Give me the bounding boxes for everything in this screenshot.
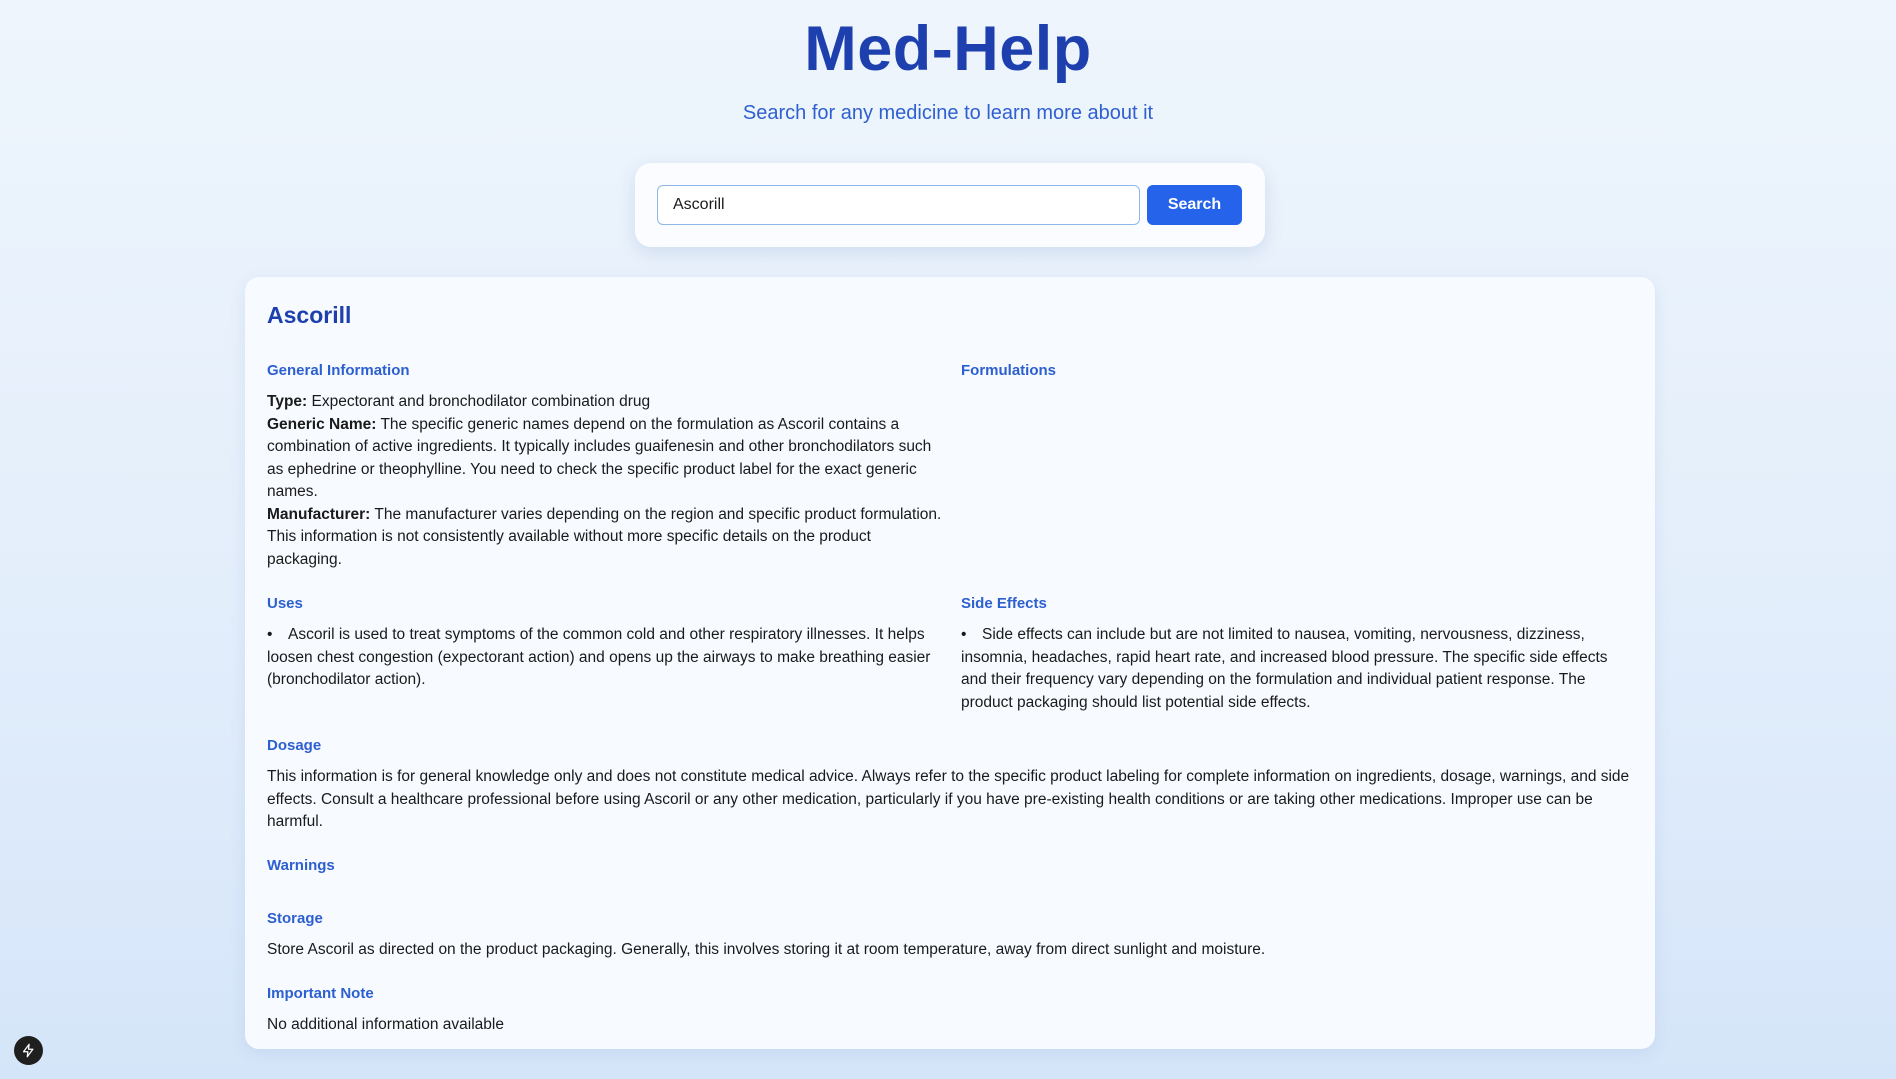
medicine-result-card: Ascorill General Information Type: Expec… <box>245 277 1655 1049</box>
app-title: Med-Help <box>804 14 1092 84</box>
search-panel: Search <box>635 163 1265 247</box>
side-effects-list: • Side effects can include but are not li… <box>961 624 1633 714</box>
page-header: Med-Help Search for any medicine to lear… <box>0 14 1896 125</box>
generic-name-label: Generic Name: <box>267 415 377 433</box>
important-note-text: No additional information available <box>267 1016 504 1033</box>
dosage-heading: Dosage <box>267 737 322 754</box>
formulations-heading: Formulations <box>961 362 1057 379</box>
side-effects-item-text: Side effects can include but are not lim… <box>961 626 1608 711</box>
medicine-name: Ascorill <box>267 302 352 328</box>
uses-list: • Ascoril is used to treat symptoms of th… <box>267 624 947 692</box>
dosage-text: This information is for general knowledg… <box>267 768 1630 830</box>
generic-name-row: Generic Name: The specific generic names… <box>267 414 947 504</box>
warnings-heading: Warnings <box>267 857 335 874</box>
type-value: Expectorant and bronchodilator combinati… <box>311 393 651 410</box>
type-label: Type: <box>267 393 308 410</box>
important-note-section: Important Note No additional information… <box>267 984 1633 1037</box>
manufacturer-row: Manufacturer: The manufacturer varies de… <box>267 504 947 572</box>
type-row: Type: Expectorant and bronchodilator com… <box>267 391 947 414</box>
storage-heading: Storage <box>267 910 323 927</box>
general-information-body: Type: Expectorant and bronchodilator com… <box>267 391 947 571</box>
storage-text: Store Ascoril as directed on the product… <box>267 941 1266 958</box>
search-input[interactable] <box>657 185 1140 225</box>
uses-heading: Uses <box>267 595 303 612</box>
general-information-heading: General Information <box>267 362 410 379</box>
uses-section: Uses • Ascoril is used to treat symptoms … <box>267 594 947 692</box>
side-effects-section: Side Effects • Side effects can include b… <box>961 594 1633 714</box>
lightning-bolt-glyph <box>22 1043 34 1058</box>
search-button[interactable]: Search <box>1147 185 1242 225</box>
uses-item-text: Ascoril is used to treat symptoms of the… <box>267 626 931 688</box>
list-item: • Side effects can include but are not li… <box>961 626 1608 711</box>
storage-section: Storage Store Ascoril as directed on the… <box>267 909 1633 962</box>
side-effects-heading: Side Effects <box>961 595 1047 612</box>
manufacturer-label: Manufacturer: <box>267 505 371 523</box>
dosage-section: Dosage This information is for general k… <box>267 736 1633 834</box>
lightning-bolt-icon[interactable] <box>14 1036 43 1065</box>
warnings-section: Warnings <box>267 856 1633 886</box>
general-information-section: General Information Type: Expectorant an… <box>267 361 947 571</box>
app-subtitle: Search for any medicine to learn more ab… <box>742 102 1154 124</box>
important-note-heading: Important Note <box>267 985 374 1002</box>
list-item: • Ascoril is used to treat symptoms of th… <box>267 626 931 688</box>
formulations-section: Formulations <box>961 361 1633 391</box>
